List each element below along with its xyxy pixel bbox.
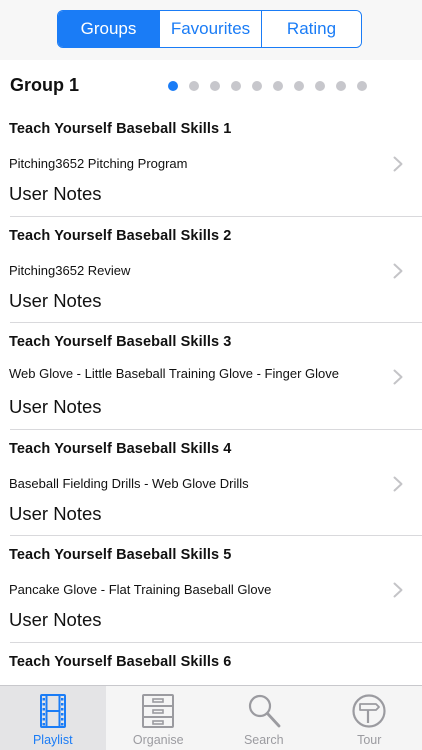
page-dot[interactable] — [231, 81, 241, 91]
page-dot[interactable] — [357, 81, 367, 91]
page-dot[interactable] — [273, 81, 283, 91]
list-item[interactable]: Teach Yourself Baseball Skills 1 Pitchin… — [0, 110, 422, 217]
item-title: Teach Yourself Baseball Skills 4 — [9, 440, 232, 457]
page-dot[interactable] — [168, 81, 178, 91]
item-user-notes[interactable]: User Notes — [9, 609, 102, 631]
tab-playlist[interactable]: Playlist — [0, 686, 106, 750]
list-item[interactable]: Teach Yourself Baseball Skills 2 Pitchin… — [0, 217, 422, 324]
item-title: Teach Yourself Baseball Skills 6 — [9, 653, 232, 670]
segment-rating[interactable]: Rating — [261, 11, 361, 47]
item-subtitle: Pancake Glove - Flat Training Baseball G… — [9, 582, 272, 597]
page-dot[interactable] — [294, 81, 304, 91]
view-segmented-control: Groups Favourites Rating — [57, 10, 362, 48]
tab-search[interactable]: Search — [211, 686, 317, 750]
signpost-icon — [352, 694, 386, 728]
chevron-right-icon — [393, 369, 403, 385]
list-item[interactable]: Teach Yourself Baseball Skills 5 Pancake… — [0, 536, 422, 643]
chevron-right-icon — [393, 582, 403, 598]
tab-tour[interactable]: Tour — [317, 686, 422, 750]
item-subtitle: Baseball Fielding Drills - Web Glove Dri… — [9, 475, 249, 491]
cabinet-icon — [142, 694, 175, 728]
chevron-right-icon — [393, 263, 403, 278]
page-dot[interactable] — [189, 81, 199, 91]
page-dot[interactable] — [315, 81, 325, 91]
chevron-right-icon — [393, 156, 403, 172]
item-subtitle: Pitching3652 Pitching Program — [9, 156, 188, 171]
item-user-notes[interactable]: User Notes — [9, 503, 102, 525]
chevron-right-icon — [393, 476, 403, 491]
item-title: Teach Yourself Baseball Skills 3 — [9, 334, 232, 350]
page-indicator[interactable] — [168, 81, 367, 91]
item-title: Teach Yourself Baseball Skills 1 — [9, 121, 232, 137]
group-title: Group 1 — [10, 75, 80, 95]
item-title: Teach Yourself Baseball Skills 5 — [9, 547, 232, 563]
group-header: Group 1 — [0, 60, 422, 110]
list-item[interactable]: Teach Yourself Baseball Skills 4 Basebal… — [0, 430, 422, 537]
tab-bar: Playlist Organise Search Tour — [0, 685, 422, 750]
film-strip-icon — [39, 694, 66, 728]
item-user-notes[interactable]: User Notes — [9, 396, 102, 418]
tab-label: Tour — [357, 733, 382, 747]
item-title: Teach Yourself Baseball Skills 2 — [9, 227, 232, 244]
segment-favourites[interactable]: Favourites — [159, 11, 261, 47]
list-item[interactable]: Teach Yourself Baseball Skills 6 — [0, 643, 422, 686]
video-list: Teach Yourself Baseball Skills 1 Pitchin… — [0, 110, 422, 685]
magnifier-icon — [248, 694, 281, 728]
tab-label: Organise — [132, 733, 184, 747]
page-dot[interactable] — [252, 81, 262, 91]
item-user-notes[interactable]: User Notes — [9, 183, 102, 205]
top-bar: Groups Favourites Rating — [0, 0, 422, 60]
list-item[interactable]: Teach Yourself Baseball Skills 3 Web Glo… — [0, 323, 422, 430]
page-dot[interactable] — [336, 81, 346, 91]
tab-label: Playlist — [32, 733, 73, 747]
item-user-notes[interactable]: User Notes — [9, 290, 102, 312]
segment-groups[interactable]: Groups — [58, 11, 159, 47]
tab-label: Search — [243, 733, 284, 747]
item-subtitle: Pitching3652 Review — [9, 262, 131, 278]
tab-organise[interactable]: Organise — [106, 686, 212, 750]
page-dot[interactable] — [210, 81, 220, 91]
item-subtitle: Web Glove - Little Baseball Training Glo… — [9, 366, 339, 381]
